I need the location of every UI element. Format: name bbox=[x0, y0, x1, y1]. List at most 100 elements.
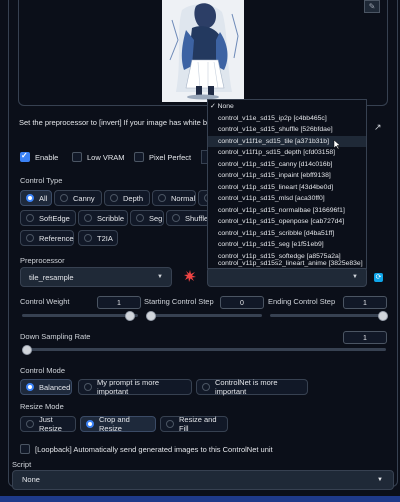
dropdown-option[interactable]: control_v11p_sd15_scribble [d4ba51ff] bbox=[208, 228, 366, 240]
low-vram-box bbox=[72, 152, 82, 162]
slider-thumb[interactable] bbox=[378, 311, 388, 321]
option-label: Depth bbox=[123, 193, 144, 203]
radio-icon bbox=[202, 383, 210, 391]
starting-step-slider[interactable] bbox=[146, 311, 262, 321]
control-mode-controlnet[interactable]: ControlNet is more important bbox=[196, 378, 308, 396]
control-mode-balanced[interactable]: Balanced bbox=[20, 379, 72, 395]
option-label: Crop and Resize bbox=[99, 415, 130, 433]
option-label: All bbox=[39, 193, 48, 203]
dropdown-option[interactable]: control_v11p_sd15_lineart [43d4be0d] bbox=[208, 182, 366, 194]
pixel-perfect-box bbox=[134, 152, 144, 162]
enable-checkbox[interactable]: Enable bbox=[20, 151, 59, 162]
control-type-canny[interactable]: Canny bbox=[54, 190, 102, 206]
low-vram-label: Low VRAM bbox=[87, 152, 125, 162]
mouse-cursor-icon bbox=[333, 139, 341, 150]
script-title: Script bbox=[12, 460, 32, 469]
option-label: Reference bbox=[39, 233, 74, 243]
option-label: Seg bbox=[149, 213, 163, 223]
option-label: T2IA bbox=[97, 233, 113, 243]
dropdown-option[interactable]: control_v11e_sd15_shuffle [526bfdae] bbox=[208, 124, 366, 136]
down-sampling-input[interactable]: 1 bbox=[343, 331, 387, 344]
dropdown-option[interactable]: control_v11p_sd15_inpaint [ebff9138] bbox=[208, 170, 366, 182]
resize-mode-title: Resize Mode bbox=[20, 402, 64, 411]
control-type-depth[interactable]: Depth bbox=[104, 190, 150, 206]
starting-step-label: Starting Control Step bbox=[144, 297, 214, 306]
option-label: Normal bbox=[171, 193, 196, 203]
enable-label: Enable bbox=[35, 152, 59, 162]
enable-check-icon bbox=[20, 151, 30, 162]
resize-mode-resize-and-fill[interactable]: Resize and Fill bbox=[160, 415, 228, 433]
option-label: Scribble bbox=[97, 213, 125, 223]
model-select[interactable]: ▼ bbox=[207, 267, 367, 287]
option-label: Balanced bbox=[39, 382, 71, 392]
control-type-normal[interactable]: Normal bbox=[152, 190, 196, 206]
taskbar-strip bbox=[0, 496, 400, 502]
control-weight-slider[interactable] bbox=[22, 311, 138, 321]
control-type-reference[interactable]: Reference bbox=[20, 230, 74, 246]
pixel-perfect-label: Pixel Perfect bbox=[149, 152, 192, 162]
dropdown-option[interactable]: control_v11p_sd15_seg [e1f51eb9] bbox=[208, 239, 366, 251]
radio-icon bbox=[26, 234, 34, 242]
dropdown-option[interactable]: control_v11e_sd15_ip2p [c4bb465c] bbox=[208, 113, 366, 125]
dropdown-option[interactable]: control_v11p_sd15_normalbae [316696f1] bbox=[208, 205, 366, 217]
loopback-label: [Loopback] Automatically send generated … bbox=[35, 444, 273, 454]
radio-icon bbox=[166, 420, 174, 428]
dropdown-option[interactable]: control_v11f1p_sd15_depth [cfd03158] bbox=[208, 147, 366, 159]
radio-icon bbox=[26, 214, 34, 222]
dropdown-option[interactable]: control_v11p_sd15_mlsd [aca30ff0] bbox=[208, 193, 366, 205]
starting-step-input[interactable]: 0 bbox=[220, 296, 264, 309]
pixel-perfect-checkbox[interactable]: Pixel Perfect bbox=[134, 152, 191, 162]
control-type-shuffle[interactable]: Shuffle bbox=[166, 210, 210, 226]
resize-mode-just-resize[interactable]: Just Resize bbox=[20, 415, 76, 433]
radio-icon bbox=[172, 214, 180, 222]
loopback-box bbox=[20, 444, 30, 454]
chevron-down-icon: ▼ bbox=[157, 274, 163, 280]
script-value: None bbox=[22, 475, 40, 484]
preview-illustration bbox=[162, 0, 244, 102]
control-mode-title: Control Mode bbox=[20, 366, 66, 375]
script-select[interactable]: None ▼ bbox=[12, 470, 394, 490]
radio-icon bbox=[84, 214, 92, 222]
control-type-t2ia[interactable]: T2IA bbox=[78, 230, 118, 246]
swap-icon[interactable]: ↗ bbox=[374, 122, 382, 133]
option-label: Just Resize bbox=[39, 415, 62, 433]
radio-icon bbox=[84, 383, 92, 391]
edit-image-button[interactable]: ✎ bbox=[364, 0, 380, 13]
control-weight-input[interactable]: 1 bbox=[97, 296, 141, 309]
ending-step-input[interactable]: 1 bbox=[343, 296, 387, 309]
control-weight-label: Control Weight bbox=[20, 297, 70, 306]
dropdown-option[interactable]: control_v11p_sd15s2_lineart_anime [3825e… bbox=[208, 258, 366, 270]
slider-thumb[interactable] bbox=[22, 345, 32, 355]
control-type-all[interactable]: All bbox=[20, 190, 52, 206]
radio-icon bbox=[158, 194, 166, 202]
slider-thumb[interactable] bbox=[124, 311, 135, 321]
low-vram-checkbox[interactable]: Low VRAM bbox=[72, 152, 125, 162]
dropdown-option[interactable]: control_v11p_sd15_canny [d14c016b] bbox=[208, 159, 366, 171]
radio-on-icon bbox=[86, 420, 94, 428]
ending-step-slider[interactable] bbox=[270, 311, 388, 321]
dropdown-option[interactable]: control_v11p_sd15_openpose [cab727d4] bbox=[208, 216, 366, 228]
option-label: Canny bbox=[73, 193, 95, 203]
resize-mode-crop-and-resize[interactable]: Crop and Resize bbox=[80, 415, 156, 433]
preprocessor-select[interactable]: tile_resample ▼ bbox=[20, 267, 172, 287]
option-label: SoftEdge bbox=[39, 213, 70, 223]
option-label: Shuffle bbox=[185, 213, 209, 223]
red-burst-icon[interactable] bbox=[184, 270, 196, 282]
control-type-title: Control Type bbox=[20, 176, 63, 185]
control-type-seg[interactable]: Seg bbox=[130, 210, 164, 226]
down-sampling-slider[interactable] bbox=[22, 345, 386, 355]
radio-icon bbox=[60, 194, 68, 202]
slider-thumb[interactable] bbox=[146, 311, 156, 321]
control-mode-prompt[interactable]: My prompt is more important bbox=[78, 378, 192, 396]
dropdown-option-highlighted[interactable]: control_v11f1e_sd15_tile [a371b31b] bbox=[208, 135, 366, 147]
model-dropdown-list[interactable]: ✓ None control_v11e_sd15_ip2p [c4bb465c]… bbox=[207, 99, 367, 269]
control-type-softedge[interactable]: SoftEdge bbox=[20, 210, 76, 226]
option-label: None bbox=[217, 103, 234, 110]
radio-icon bbox=[84, 234, 92, 242]
preprocessor-title: Preprocessor bbox=[20, 256, 65, 265]
ending-step-label: Ending Control Step bbox=[268, 297, 336, 306]
control-type-scribble[interactable]: Scribble bbox=[78, 210, 128, 226]
loopback-checkbox[interactable]: [Loopback] Automatically send generated … bbox=[20, 444, 273, 454]
dropdown-option-none[interactable]: ✓ None bbox=[208, 101, 366, 113]
refresh-icon[interactable]: ⟳ bbox=[374, 273, 383, 282]
